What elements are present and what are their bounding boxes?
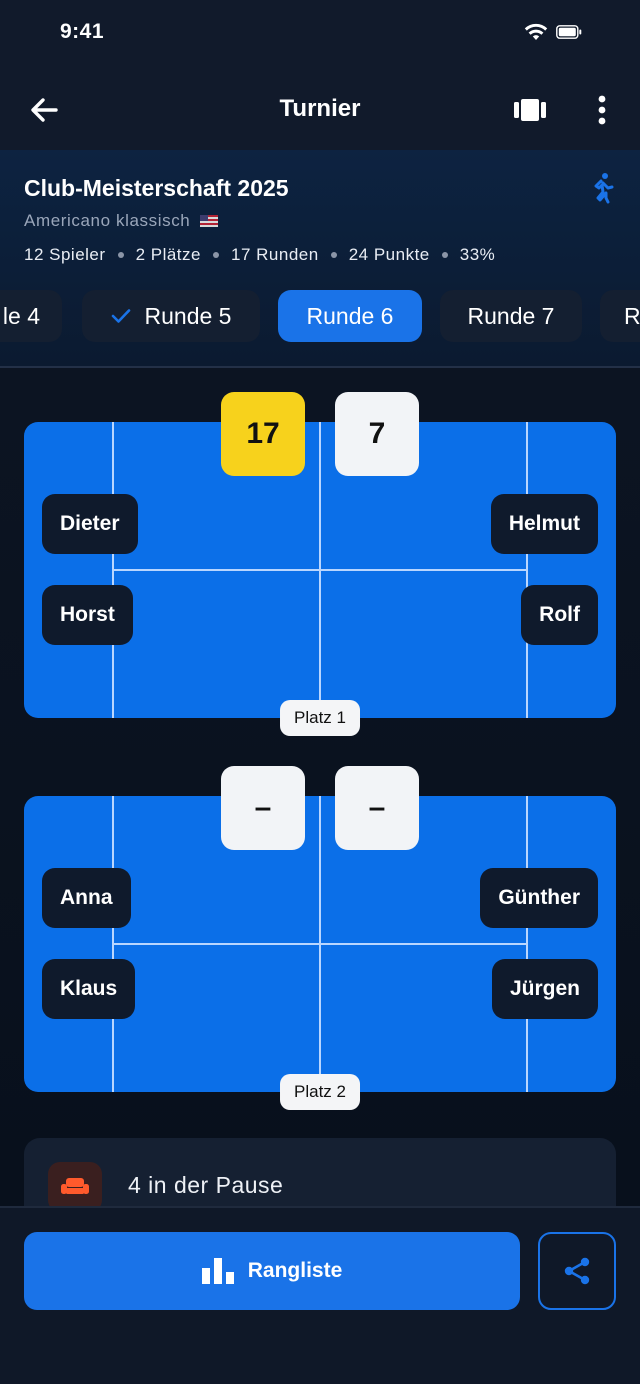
tab-round-4-label: le 4 <box>2 302 40 329</box>
tab-round-5[interactable]: Runde 5 <box>82 290 260 342</box>
meta-separator <box>441 252 448 258</box>
player-chip[interactable]: Horst <box>42 585 133 645</box>
sofa-icon-box <box>48 1162 102 1206</box>
court-line <box>112 943 528 945</box>
meta-points: 24 Punkte <box>348 245 430 264</box>
score-team-2[interactable]: – <box>335 766 419 850</box>
bar-chart-icon <box>201 1258 234 1284</box>
player-chip[interactable]: Rolf <box>521 585 598 645</box>
meta-separator <box>117 252 124 258</box>
score-team-1[interactable]: 17 <box>221 392 305 476</box>
meta-rounds: 17 Runden <box>231 245 319 264</box>
score-team-1[interactable]: – <box>221 766 305 850</box>
meta-separator <box>213 252 219 258</box>
tab-round-6-label: Runde 6 <box>306 302 394 329</box>
tab-round-7[interactable]: Runde 7 <box>440 290 582 342</box>
court-2: – – Anna Klaus Günther Jürgen Platz 2 <box>24 766 616 1110</box>
bottom-action-bar: Rangliste <box>0 1206 640 1384</box>
court-1: 17 7 Dieter Horst Helmut Rolf Platz 1 <box>24 392 616 736</box>
tab-round-8[interactable]: R <box>600 290 640 342</box>
meta-separator <box>330 252 337 258</box>
top-app-bar: Turnier <box>0 70 640 150</box>
court-label: Platz 1 <box>280 700 360 736</box>
player-chip[interactable]: Jürgen <box>491 959 598 1019</box>
player-chip[interactable]: Klaus <box>42 959 136 1019</box>
share-button[interactable] <box>538 1232 616 1310</box>
tab-round-6[interactable]: Runde 6 <box>278 290 422 342</box>
court-label: Platz 2 <box>280 1074 360 1110</box>
meta-progress: 33% <box>459 245 496 264</box>
tournament-meta: 12 Spieler 2 Plätze 17 Runden 24 Punkte … <box>24 245 495 265</box>
check-icon <box>111 309 130 323</box>
round-tabs: le 4 Runde 5 Runde 6 Runde 7 R <box>0 290 640 344</box>
us-flag-icon <box>200 215 219 227</box>
wifi-icon <box>524 23 548 40</box>
ranking-button-label: Rangliste <box>247 1259 343 1282</box>
player-chip[interactable]: Anna <box>42 868 131 928</box>
tournament-title: Club-Meisterschaft 2025 <box>24 175 289 201</box>
more-vertical-icon[interactable] <box>588 92 616 128</box>
tournament-header: Club-Meisterschaft 2025 Americano klassi… <box>0 150 640 368</box>
round-content: 17 7 Dieter Horst Helmut Rolf Platz 1 – … <box>0 368 640 1206</box>
battery-icon <box>556 25 582 39</box>
tab-round-5-label: Runde 5 <box>144 302 232 329</box>
player-chip[interactable]: Günther <box>480 868 598 928</box>
running-person-icon[interactable] <box>586 172 616 204</box>
tab-round-8-label: R <box>624 302 640 329</box>
share-icon <box>564 1257 590 1285</box>
status-bar: 9:41 <box>0 0 640 70</box>
player-chip[interactable]: Helmut <box>490 494 598 554</box>
tab-round-7-label: Runde 7 <box>467 302 555 329</box>
meta-courts: 2 Plätze <box>135 245 201 264</box>
tournament-mode: Americano klassisch <box>24 211 219 231</box>
sofa-icon <box>61 1178 89 1194</box>
court-view-icon[interactable] <box>512 94 548 126</box>
tournament-mode-label: Americano klassisch <box>24 211 191 230</box>
meta-players: 12 Spieler <box>24 245 106 264</box>
tab-round-4[interactable]: le 4 <box>0 290 62 342</box>
pause-text: 4 in der Pause <box>128 1172 284 1198</box>
court-line <box>112 569 528 571</box>
score-team-2[interactable]: 7 <box>335 392 419 476</box>
pause-card[interactable]: 4 in der Pause <box>24 1138 616 1206</box>
player-chip[interactable]: Dieter <box>42 494 138 554</box>
ranking-button[interactable]: Rangliste <box>24 1232 520 1310</box>
status-time: 9:41 <box>60 20 105 43</box>
